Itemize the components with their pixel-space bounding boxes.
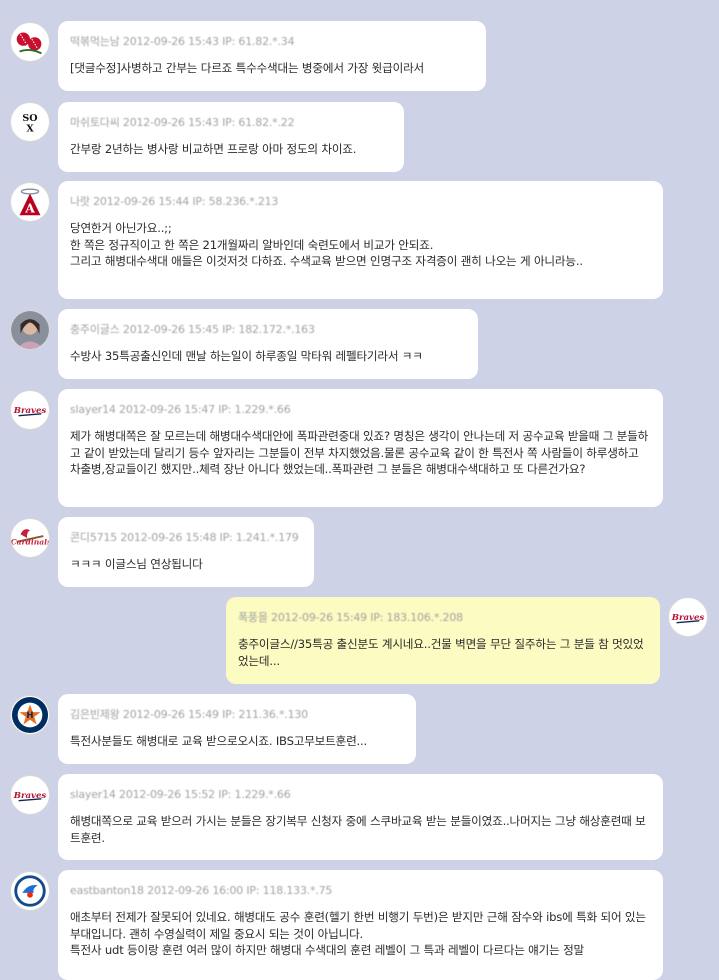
- comment-meta: 나랏 2012-09-26 15:44 IP: 58.236.*.213: [70, 195, 279, 208]
- comment-bubble: 충주이글스 2012-09-26 15:45 IP: 182.172.*.163…: [58, 309, 478, 379]
- comment-meta: 콘디5715 2012-09-26 15:48 IP: 1.241.*.179: [70, 531, 299, 544]
- comment-thread: 떡볶먹는남 2012-09-26 15:43 IP: 61.82.*.34 [댓…: [0, 0, 719, 980]
- comment-text: ㅋㅋㅋ 이글스님 연상됩니다: [70, 557, 203, 571]
- comment-meta: slayer14 2012-09-26 15:52 IP: 1.229.*.66: [70, 788, 291, 801]
- comment-text: [댓글수정]사병하고 간부는 다르죠 특수수색대는 병중에서 가장 윗급이라서: [70, 61, 425, 75]
- blue-jays-logo-icon[interactable]: [10, 871, 50, 911]
- braves-logo-icon[interactable]: Braves: [10, 775, 50, 815]
- comment-bubble: eastbanton18 2012-09-26 16:00 IP: 118.13…: [58, 870, 663, 980]
- comment-meta: 마쉬토다씨 2012-09-26 15:43 IP: 61.82.*.22: [70, 116, 295, 129]
- comment-bubble: 나랏 2012-09-26 15:44 IP: 58.236.*.213 당연한…: [58, 181, 663, 299]
- comment-bubble: slayer14 2012-09-26 15:47 IP: 1.229.*.66…: [58, 389, 663, 507]
- comment-bubble: 콘디5715 2012-09-26 15:48 IP: 1.241.*.179 …: [58, 517, 314, 587]
- comment-text: 간부랑 2년하는 병사랑 비교하면 프로랑 아마 정도의 차이죠.: [70, 142, 357, 156]
- svg-text:Cardinals: Cardinals: [11, 538, 49, 547]
- comment-meta: 떡볶먹는남 2012-09-26 15:43 IP: 61.82.*.34: [70, 35, 295, 48]
- svg-text:X: X: [26, 124, 34, 135]
- comment-meta: 충주이글스 2012-09-26 15:45 IP: 182.172.*.163: [70, 323, 315, 336]
- comment-bubble: 김은빈제왕 2012-09-26 15:49 IP: 211.36.*.130 …: [58, 694, 416, 764]
- comment-text: 수방사 35특공출신인데 맨날 하는일이 하루종일 막타워 레펠타기라서 ㅋㅋ: [70, 349, 423, 363]
- comment-text: 제가 해병대쪽은 잘 모르는데 해병대수색대안에 폭파관련중대 있죠? 명칭은 …: [70, 429, 649, 476]
- comment-meta: 폭풍을 2012-09-26 15:49 IP: 183.106.*.208: [238, 611, 463, 624]
- red-sox-logo-icon[interactable]: [10, 22, 50, 62]
- comment-text: 애초부터 전제가 잘못되어 있네요. 해병대도 공수 훈련(헬기 한번 비행기 …: [70, 910, 646, 957]
- comment-bubble: 떡볶먹는남 2012-09-26 15:43 IP: 61.82.*.34 [댓…: [58, 21, 486, 91]
- comment-meta: slayer14 2012-09-26 15:47 IP: 1.229.*.66: [70, 403, 291, 416]
- svg-text:H: H: [26, 711, 33, 721]
- user-photo-avatar-icon[interactable]: [10, 310, 50, 350]
- braves-logo-icon[interactable]: Braves: [668, 597, 708, 637]
- my-comment-bubble: 폭풍을 2012-09-26 15:49 IP: 183.106.*.208 충…: [226, 597, 660, 684]
- comment-text: 당연한거 아닌가요..;; 한 쪽은 정규직이고 한 쪽은 21개월짜리 알바인…: [70, 221, 583, 268]
- comment-meta: eastbanton18 2012-09-26 16:00 IP: 118.13…: [70, 884, 333, 897]
- astros-logo-icon[interactable]: H: [10, 695, 50, 735]
- cardinals-logo-icon[interactable]: Cardinals: [10, 518, 50, 558]
- comment-bubble: slayer14 2012-09-26 15:52 IP: 1.229.*.66…: [58, 774, 663, 860]
- comment-text: 해병대쪽으로 교육 받으러 가시는 분들은 장기복무 신청자 중에 스쿠바교육 …: [70, 814, 646, 845]
- svg-text:A: A: [24, 200, 35, 215]
- white-sox-logo-icon[interactable]: SO X: [10, 102, 50, 142]
- comment-text: 충주이글스//35특공 출신분도 계시네요..건물 벽면을 무단 질주하는 그 …: [238, 637, 644, 668]
- angels-logo-icon[interactable]: A: [10, 182, 50, 222]
- braves-logo-icon[interactable]: Braves: [10, 390, 50, 430]
- svg-text:SO: SO: [22, 113, 37, 124]
- comment-bubble: 마쉬토다씨 2012-09-26 15:43 IP: 61.82.*.22 간부…: [58, 102, 404, 172]
- comment-meta: 김은빈제왕 2012-09-26 15:49 IP: 211.36.*.130: [70, 708, 308, 721]
- comment-text: 특전사분들도 해병대로 교육 받으로오시죠. IBS고무보트훈련...: [70, 734, 368, 748]
